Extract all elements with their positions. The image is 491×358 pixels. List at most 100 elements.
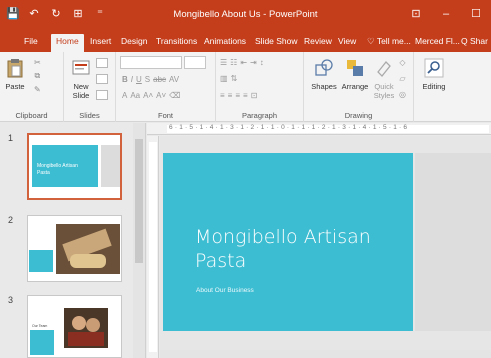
copy-icon[interactable]: ⧉: [34, 71, 40, 81]
title-bar: 💾 ↶ ↻ ⊞ ⁼ Mongibello About Us - PowerPoi…: [0, 0, 491, 31]
minimize-button[interactable]: –: [431, 0, 461, 31]
change-case-button[interactable]: Aa: [130, 91, 140, 100]
new-slide-label: New Slide: [72, 82, 90, 100]
tell-me-search[interactable]: ♡ Tell me...: [362, 34, 416, 52]
shape-fill-icon[interactable]: ◇: [399, 58, 405, 67]
tab-insert[interactable]: Insert: [85, 34, 116, 52]
section-icon[interactable]: [96, 90, 108, 100]
ribbon-display-options-button[interactable]: ⊡: [401, 0, 431, 31]
paste-button[interactable]: Paste: [4, 58, 26, 91]
arrange-icon: [347, 60, 363, 76]
ribbon: Paste ✂ ⧉ ✎ Clipboard New Slide Slides B…: [0, 52, 491, 122]
text-direction-icon[interactable]: ⇅: [231, 74, 238, 83]
paragraph-group: ☰ ☷ ⇤ ⇥ ↕ ▥ ⇅ ≡ ≡ ≡ ≡ ⊡ Paragraph: [216, 52, 304, 122]
slide-thumbnail-1[interactable]: Mongibello Artisan Pasta: [27, 133, 122, 200]
shapes-icon: [315, 59, 333, 76]
thumbnail-scrollbar[interactable]: [133, 123, 145, 358]
font-color-row: A Aa A˄ A˅ ⌫: [122, 91, 180, 100]
numbering-icon[interactable]: ☷: [230, 58, 237, 67]
tab-view[interactable]: View: [333, 34, 361, 52]
tab-home[interactable]: Home: [51, 34, 84, 52]
find-icon: [424, 58, 444, 78]
tab-animations[interactable]: Animations: [199, 34, 251, 52]
paragraph-list-row: ☰ ☷ ⇤ ⇥ ↕: [220, 58, 264, 67]
increase-indent-icon[interactable]: ⇥: [250, 58, 257, 67]
thumbnail-number: 2: [8, 215, 14, 225]
maximize-button[interactable]: ☐: [461, 0, 491, 31]
justify-icon[interactable]: ≡: [243, 91, 248, 100]
current-slide[interactable]: Mongibello Artisan Pasta About Our Busin…: [163, 153, 413, 331]
shadow-button[interactable]: S: [145, 75, 150, 84]
decrease-indent-icon[interactable]: ⇤: [240, 58, 247, 67]
line-spacing-icon[interactable]: ↕: [260, 58, 264, 67]
grow-font-button[interactable]: A˄: [143, 91, 153, 100]
tab-transitions[interactable]: Transitions: [151, 34, 202, 52]
editing-label: Editing: [422, 82, 446, 91]
font-format-row: B I U S abc AV: [122, 75, 179, 84]
quick-styles-icon: [377, 61, 391, 77]
thumbnail-3-panel: [30, 330, 54, 355]
align-right-icon[interactable]: ≡: [235, 91, 240, 100]
paste-icon: [7, 59, 23, 78]
horizontal-ruler-labels: 6 · 1 · 5 · 1 · 4 · 1 · 3 · 1 · 2 · 1 · …: [169, 124, 408, 131]
smartart-icon[interactable]: ⊡: [251, 91, 258, 100]
shrink-font-button[interactable]: A˅: [156, 91, 166, 100]
slides-group-label: Slides: [79, 111, 100, 120]
slide-right-panel: [415, 153, 491, 331]
tab-design[interactable]: Design: [116, 34, 152, 52]
layout-icon[interactable]: [96, 58, 108, 68]
thumbnail-scrollbar-thumb[interactable]: [135, 139, 143, 263]
tab-slide-show[interactable]: Slide Show: [250, 34, 303, 52]
slide-title[interactable]: Mongibello Artisan Pasta: [195, 225, 375, 273]
bullets-icon[interactable]: ☰: [220, 58, 227, 67]
columns-icon[interactable]: ▥: [220, 74, 228, 83]
tab-file[interactable]: File: [19, 34, 43, 52]
clipboard-group-label: Clipboard: [15, 111, 48, 120]
editor-horizontal-scrollbar[interactable]: [160, 350, 491, 358]
bold-button[interactable]: B: [122, 75, 128, 84]
thumbnail-2-photo: [56, 224, 120, 274]
clear-formatting-icon[interactable]: ⌫: [169, 91, 180, 100]
quick-styles-label: Quick Styles: [373, 82, 395, 100]
horizontal-ruler-scale: 6 · 1 · 5 · 1 · 4 · 1 · 3 · 1 · 2 · 1 · …: [167, 124, 489, 133]
tab-review[interactable]: Review: [299, 34, 337, 52]
shape-outline-icon[interactable]: ▱: [399, 74, 405, 83]
clipboard-small-buttons: ✂ ⧉ ✎: [34, 58, 41, 94]
font-color-button[interactable]: A: [122, 91, 127, 100]
drawing-small-buttons: ◇ ▱ ◎: [399, 58, 406, 99]
paragraph-align-row: ≡ ≡ ≡ ≡ ⊡: [220, 91, 257, 100]
slide-editing-area[interactable]: Mongibello Artisan Pasta About Our Busin…: [160, 136, 491, 358]
quick-styles-button[interactable]: Quick Styles: [371, 58, 397, 100]
slide-thumbnail-2[interactable]: Our Story: [27, 215, 122, 282]
share-button[interactable]: Q Shar: [456, 34, 491, 52]
editing-button[interactable]: Editing: [420, 58, 448, 91]
format-painter-icon[interactable]: ✎: [34, 85, 41, 94]
slide-subtitle[interactable]: About Our Business: [196, 287, 254, 294]
thumbnail-3-title: Our Team: [32, 324, 48, 328]
drawing-group: Shapes Arrange Quick Styles ◇ ▱ ◎ Drawin…: [304, 52, 414, 122]
shapes-button[interactable]: Shapes: [310, 58, 338, 91]
align-left-icon[interactable]: ≡: [220, 91, 225, 100]
font-size-box[interactable]: [184, 56, 206, 69]
paragraph-columns-row: ▥ ⇅: [220, 74, 237, 83]
new-slide-icon: [72, 60, 90, 75]
font-name-box[interactable]: [120, 56, 182, 69]
reset-icon[interactable]: [96, 74, 108, 84]
cut-icon[interactable]: ✂: [34, 58, 41, 67]
paragraph-group-label: Paragraph: [241, 111, 278, 120]
font-group-label: Font: [157, 111, 173, 120]
shape-effects-icon[interactable]: ◎: [399, 90, 406, 99]
slides-small-buttons: [96, 58, 108, 100]
arrange-button[interactable]: Arrange: [341, 58, 369, 91]
clipboard-group: Paste ✂ ⧉ ✎ Clipboard: [0, 52, 64, 122]
slide-thumbnail-3[interactable]: Our Team: [27, 295, 122, 358]
character-spacing-button[interactable]: AV: [169, 75, 179, 84]
align-center-icon[interactable]: ≡: [228, 91, 233, 100]
strikethrough-button[interactable]: abc: [153, 75, 166, 84]
new-slide-button[interactable]: New Slide: [68, 58, 94, 100]
italic-button[interactable]: I: [131, 75, 133, 84]
horizontal-ruler: 6 · 1 · 5 · 1 · 4 · 1 · 3 · 1 · 2 · 1 · …: [147, 123, 491, 135]
thumbnail-3-photo: [64, 308, 108, 348]
underline-button[interactable]: U: [136, 75, 142, 84]
thumbnail-1-title: Mongibello Artisan Pasta: [37, 163, 78, 176]
